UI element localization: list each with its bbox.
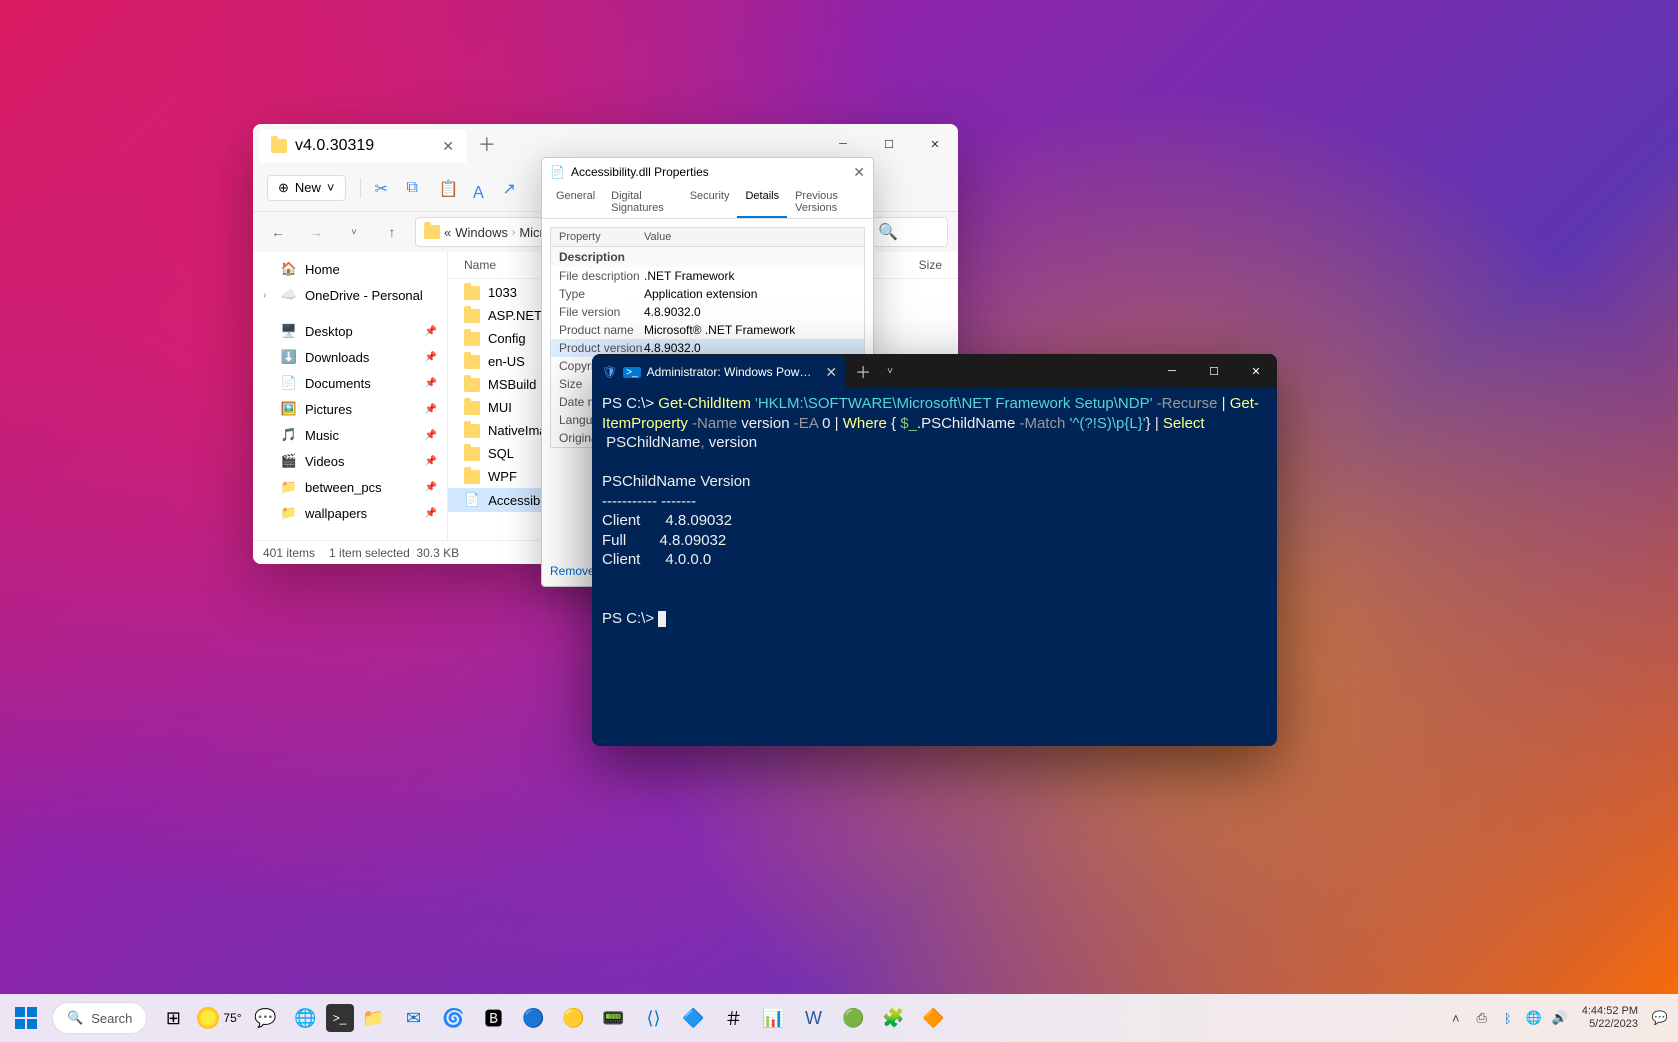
start-button[interactable] bbox=[6, 998, 46, 1038]
col-size[interactable]: Size bbox=[862, 258, 942, 272]
taskbar-app-edge-beta[interactable]: 🅱 bbox=[474, 998, 514, 1038]
terminal-output[interactable]: PS C:\> Get-ChildItem 'HKLM:\SOFTWARE\Mi… bbox=[592, 388, 1277, 746]
weather-widget[interactable]: 75° bbox=[197, 1007, 241, 1029]
close-tab-icon[interactable]: ✕ bbox=[442, 138, 454, 155]
chevron-icon: › bbox=[512, 227, 515, 238]
separator bbox=[360, 178, 361, 198]
volume-icon[interactable]: 🔊 bbox=[1548, 1004, 1572, 1032]
maximize-button[interactable]: ☐ bbox=[1193, 354, 1235, 388]
taskbar-app[interactable]: 🟢 bbox=[834, 998, 874, 1038]
powershell-icon: >_ bbox=[623, 367, 640, 378]
time: 4:44:52 PM bbox=[1582, 1005, 1638, 1018]
terminal-window: 🛡 >_ Administrator: Windows Pow… ✕ ＋ ˅ ─… bbox=[592, 354, 1277, 746]
forward-button[interactable]: → bbox=[301, 217, 331, 247]
taskbar-app-edge-canary[interactable]: 🟡 bbox=[554, 998, 594, 1038]
sidebar-item[interactable]: 📁between_pcs📌 bbox=[253, 474, 447, 500]
folder-icon bbox=[271, 139, 287, 153]
taskbar-app-teams[interactable]: 💬 bbox=[246, 998, 286, 1038]
close-button[interactable]: ✕ bbox=[1235, 354, 1277, 388]
taskbar-app-word[interactable]: W bbox=[794, 998, 834, 1038]
sidebar-item[interactable]: 🖥️Desktop📌 bbox=[253, 318, 447, 344]
new-tab-button[interactable]: ＋ bbox=[478, 131, 496, 157]
new-button[interactable]: ⊕ New ˅ bbox=[267, 175, 346, 201]
paste-icon[interactable]: 📋 bbox=[439, 179, 457, 197]
taskbar-app[interactable]: 📟 bbox=[594, 998, 634, 1038]
clock[interactable]: 4:44:52 PM 5/22/2023 bbox=[1574, 1005, 1646, 1031]
close-tab-icon[interactable]: ✕ bbox=[825, 364, 837, 381]
breadcrumb-part[interactable]: « bbox=[444, 225, 451, 240]
share-icon[interactable]: ↗ bbox=[503, 179, 521, 197]
item-count: 401 items bbox=[263, 546, 315, 560]
recent-dropdown[interactable]: ˅ bbox=[339, 217, 369, 247]
property-row[interactable]: File version4.8.9032.0 bbox=[551, 303, 864, 321]
taskbar-app-chrome[interactable]: 🌐 bbox=[286, 998, 326, 1038]
tab-details[interactable]: Details bbox=[737, 186, 787, 218]
tab-digital-signatures[interactable]: Digital Signatures bbox=[603, 186, 682, 218]
cut-icon[interactable]: ✂ bbox=[375, 179, 393, 197]
sidebar-item[interactable]: ⬇️Downloads📌 bbox=[253, 344, 447, 370]
sidebar-item[interactable]: 📄Documents📌 bbox=[253, 370, 447, 396]
sidebar: 🏠Home›☁️OneDrive - Personal 🖥️Desktop📌⬇️D… bbox=[253, 252, 448, 540]
close-button[interactable]: ✕ bbox=[912, 124, 958, 164]
property-row[interactable]: TypeApplication extension bbox=[551, 285, 864, 303]
sidebar-item[interactable]: 📁wallpapers📌 bbox=[253, 500, 447, 526]
rename-icon[interactable]: Ａ bbox=[471, 179, 489, 197]
section-header: Description bbox=[551, 247, 864, 267]
sidebar-item[interactable]: ›☁️OneDrive - Personal bbox=[253, 282, 447, 308]
tab-general[interactable]: General bbox=[548, 186, 603, 218]
selection-count: 1 item selected 30.3 KB bbox=[329, 546, 459, 560]
breadcrumb-part[interactable]: Windows bbox=[455, 225, 508, 240]
tab-previous-versions[interactable]: Previous Versions bbox=[787, 186, 867, 218]
taskbar-app-vscode[interactable]: ⟨⟩ bbox=[634, 998, 674, 1038]
copy-icon[interactable]: ⧉ bbox=[407, 179, 425, 197]
terminal-tab[interactable]: 🛡 >_ Administrator: Windows Pow… ✕ bbox=[592, 355, 845, 389]
taskbar-app-edge-dev[interactable]: 🔵 bbox=[514, 998, 554, 1038]
terminal-titlebar[interactable]: 🛡 >_ Administrator: Windows Pow… ✕ ＋ ˅ ─… bbox=[592, 354, 1277, 388]
taskbar: 🔍 Search ⊞ 75° 💬 🌐 >_ 📁 ✉ 🌀 🅱 🔵 🟡 📟 ⟨⟩ 🔷… bbox=[0, 994, 1678, 1042]
taskbar-app-outlook[interactable]: ✉ bbox=[394, 998, 434, 1038]
task-view-button[interactable]: ⊞ bbox=[153, 998, 193, 1038]
notifications-icon[interactable]: 💬 bbox=[1648, 1004, 1672, 1032]
explorer-tab[interactable]: v4.0.30319 ✕ bbox=[259, 129, 466, 163]
taskbar-app[interactable]: 🔶 bbox=[914, 998, 954, 1038]
date: 5/22/2023 bbox=[1589, 1018, 1638, 1031]
dropdown-icon[interactable]: ˅ bbox=[881, 366, 899, 377]
taskbar-app-slack[interactable]: ＃ bbox=[714, 998, 754, 1038]
tabs: GeneralDigital SignaturesSecurityDetails… bbox=[542, 186, 873, 219]
bluetooth-icon[interactable]: ᛒ bbox=[1496, 1004, 1520, 1032]
minimize-button[interactable]: ─ bbox=[1151, 354, 1193, 388]
taskbar-app-terminal[interactable]: >_ bbox=[326, 1004, 354, 1032]
search-button[interactable]: 🔍 Search bbox=[52, 1002, 147, 1034]
taskbar-app[interactable]: 📊 bbox=[754, 998, 794, 1038]
up-button[interactable]: ↑ bbox=[377, 217, 407, 247]
usb-icon[interactable]: ⎙ bbox=[1470, 1004, 1494, 1032]
system-tray: ˄ ⎙ ᛒ 🌐 🔊 4:44:52 PM 5/22/2023 💬 bbox=[1444, 1004, 1672, 1032]
taskbar-app-edge[interactable]: 🌀 bbox=[434, 998, 474, 1038]
tab-security[interactable]: Security bbox=[682, 186, 738, 218]
property-row[interactable]: Product nameMicrosoft® .NET Framework bbox=[551, 321, 864, 339]
tab-title: Administrator: Windows Pow… bbox=[647, 365, 812, 379]
sidebar-item[interactable]: 🎵Music📌 bbox=[253, 422, 447, 448]
taskbar-app[interactable]: 🧩 bbox=[874, 998, 914, 1038]
close-icon[interactable]: ✕ bbox=[853, 164, 865, 181]
folder-icon bbox=[424, 225, 440, 239]
taskbar-app-explorer[interactable]: 📁 bbox=[354, 998, 394, 1038]
sidebar-item[interactable]: 🖼️Pictures📌 bbox=[253, 396, 447, 422]
file-icon: 📄 bbox=[550, 165, 565, 179]
sidebar-item[interactable]: 🏠Home bbox=[253, 256, 447, 282]
back-button[interactable]: ← bbox=[263, 217, 293, 247]
new-tab-button[interactable]: ＋ bbox=[845, 359, 881, 383]
shield-icon: 🛡 bbox=[602, 365, 617, 379]
dialog-title: Accessibility.dll Properties bbox=[571, 165, 709, 179]
sidebar-item[interactable]: 🎬Videos📌 bbox=[253, 448, 447, 474]
cursor bbox=[658, 611, 666, 627]
network-icon[interactable]: 🌐 bbox=[1522, 1004, 1546, 1032]
tab-title: v4.0.30319 bbox=[295, 137, 374, 155]
properties-titlebar[interactable]: 📄 Accessibility.dll Properties ✕ bbox=[542, 158, 873, 186]
tray-expand-icon[interactable]: ˄ bbox=[1444, 1004, 1468, 1032]
property-row[interactable]: File description.NET Framework bbox=[551, 267, 864, 285]
grid-header: PropertyValue bbox=[551, 228, 864, 247]
taskbar-app[interactable]: 🔷 bbox=[674, 998, 714, 1038]
